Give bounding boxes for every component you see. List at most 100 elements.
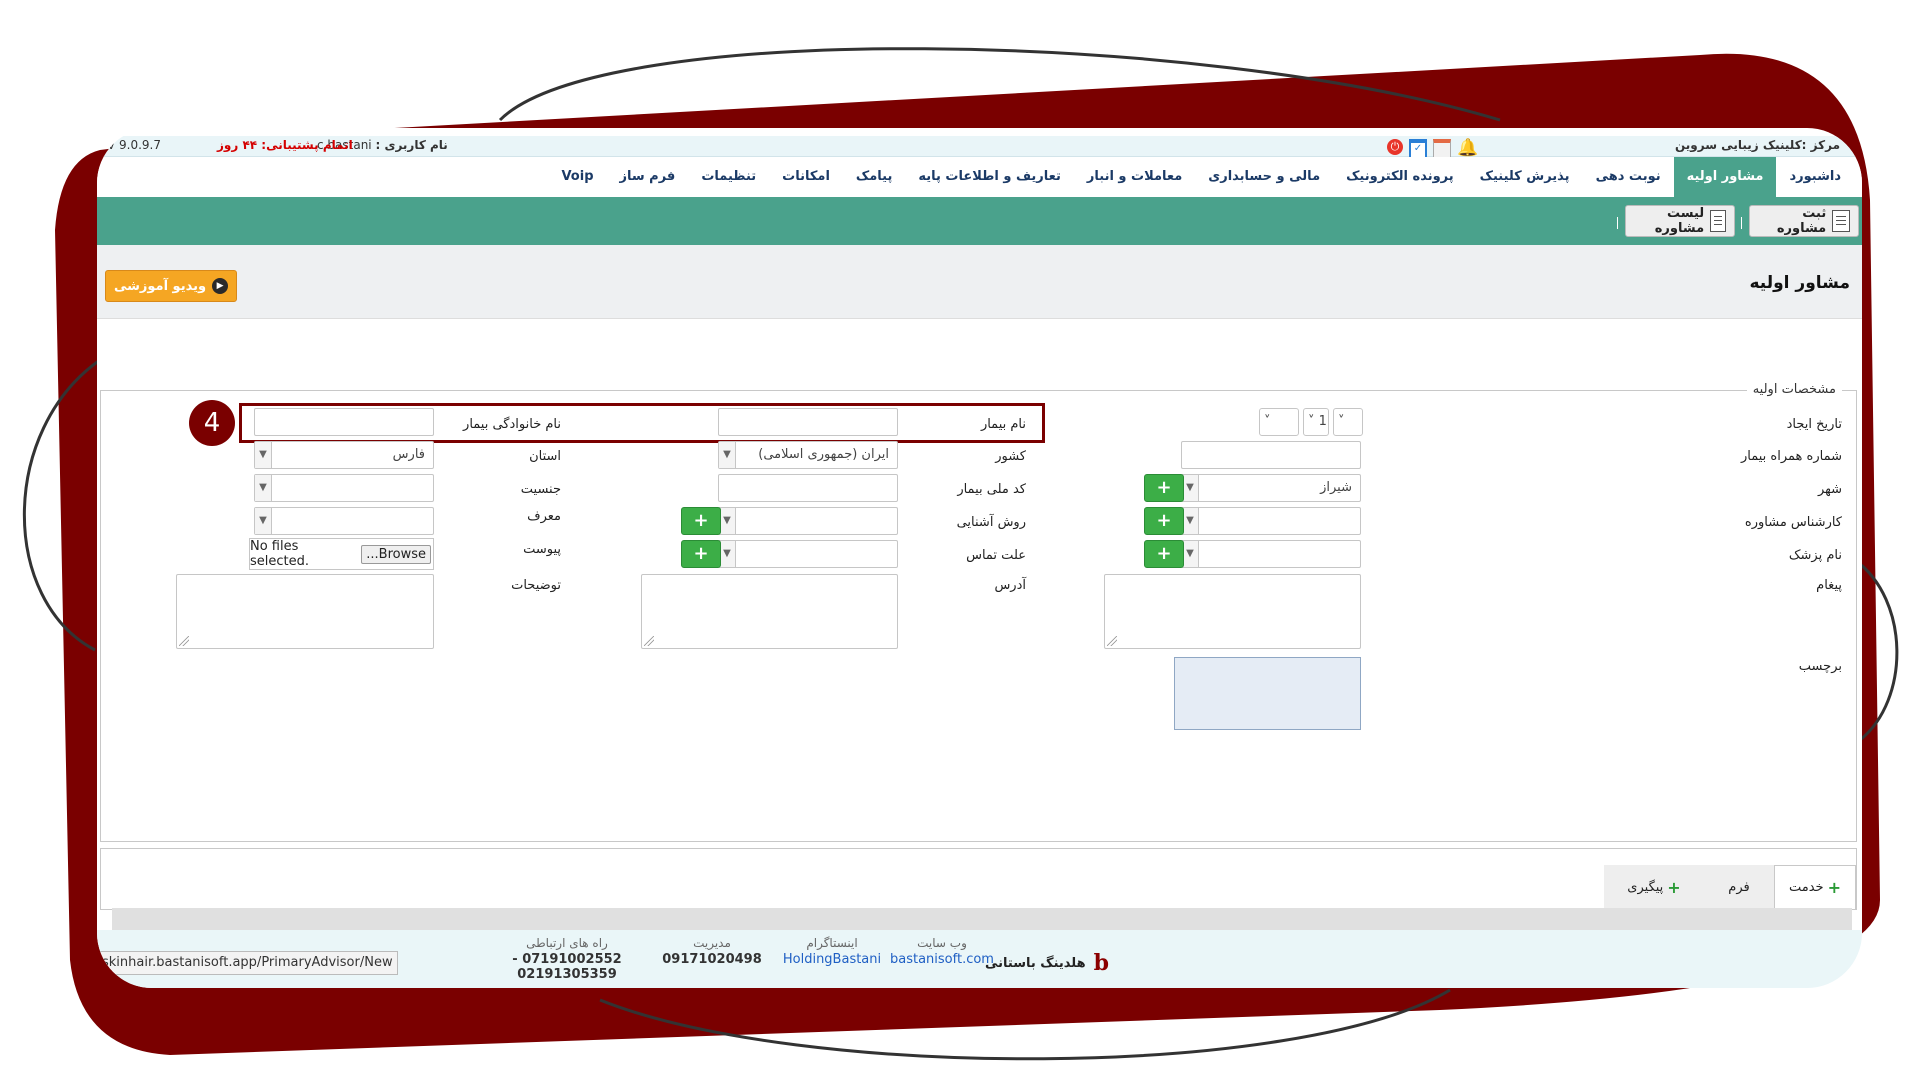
mobile-input[interactable] [1181,441,1361,469]
family-name-input[interactable] [254,408,434,436]
doctor-label: نام پزشک [1788,548,1842,563]
acquaint-select[interactable]: ▼ [718,507,898,535]
consultant-label: کارشناس مشاوره [1744,515,1842,530]
chevron-down-icon: ▼ [719,541,736,567]
play-icon: ▶ [212,278,229,294]
message-label: پیغام [1816,578,1842,593]
address-textarea[interactable] [641,574,898,649]
menu-form-builder[interactable]: فرم ساز [607,157,689,197]
add-consultant-button[interactable]: + [1144,507,1184,535]
city-select[interactable]: ▼ شیراز [1181,474,1361,502]
footer: b هلدینگ باستانی وب سایت bastanisoft.com… [97,930,1862,988]
gender-label: جنسیت [520,482,561,497]
patient-name-input[interactable] [718,408,898,436]
doctor-select[interactable]: ▼ [1181,540,1361,568]
menu-appointments[interactable]: نوبت دهی [1583,157,1674,197]
add-contact-reason-button[interactable]: + [681,540,721,568]
step-number-badge: 4 [189,400,235,446]
city-label: شهر [1817,482,1842,497]
brand-logo-icon: b [1093,950,1110,976]
notes-label: توضیحات [511,578,561,593]
chevron-down-icon: ▼ [1182,508,1199,534]
national-code-label: کد ملی بیمار [957,482,1026,497]
date-year-select[interactable]: ˅ 1404 [1259,408,1299,455]
menu-features[interactable]: امکانات [769,157,843,197]
browse-button[interactable]: ...Browse [361,544,431,564]
bell-icon[interactable]: 🔔 [1457,139,1478,157]
consultation-list-button[interactable]: لیست مشاوره [1625,205,1735,237]
province-select[interactable]: ▼ فارس [254,441,434,469]
chevron-down-icon: ▼ [1182,541,1199,567]
page-title: مشاور اولیه [1749,273,1850,293]
menu-electronic-record[interactable]: پرونده الکترونیک [1333,157,1467,197]
tab-form[interactable]: فرم [1704,865,1774,909]
detail-tabs: + خدمت فرم + پیگیری [100,848,1857,910]
national-code-input[interactable] [718,474,898,502]
status-url: skinhair.bastanisoft.app/PrimaryAdvisor/… [97,951,398,975]
footer-brand: b هلدینگ باستانی [985,950,1110,976]
add-city-button[interactable]: + [1144,474,1184,502]
toolbar-separator [1617,217,1618,229]
menu-dashboard[interactable]: داشبورد [1776,157,1854,197]
menu-reception[interactable]: پذیرش کلینیک [1467,157,1583,197]
page-header: مشاور اولیه ▶ ویدیو آموزشی [97,245,1862,319]
clipboard-icon [1710,210,1726,232]
date-month-select[interactable]: ˅ 1 [1303,408,1329,436]
notes-textarea[interactable] [176,574,434,649]
action-toolbar: ثبت مشاوره لیست مشاوره [97,197,1862,245]
power-icon[interactable]: ⏻ [1387,139,1403,155]
plus-icon: + [1827,878,1841,897]
message-textarea[interactable] [1104,574,1361,649]
menu-primary-advisor[interactable]: مشاور اولیه [1673,157,1777,197]
tab-content-strip [112,908,1852,930]
tab-followup[interactable]: + پیگیری [1604,865,1704,909]
footer-website: وب سایت bastanisoft.com [887,936,997,967]
center-name: مرکز :کلینیک زیبایی سروین [1674,138,1840,152]
menu-voip[interactable]: Voip [548,157,606,197]
register-consultation-button[interactable]: ثبت مشاوره [1749,205,1859,237]
support-remaining: اتمام پشتیبانی: ۴۴ روز [217,138,353,152]
main-menu: داشبورد مشاور اولیه نوبت دهی پذیرش کلینی… [97,157,1862,197]
plus-icon: + [1667,877,1681,897]
version-label: V 9.0.9.7 [107,138,162,152]
date-day-select[interactable]: ˅ 10 [1333,408,1363,455]
instagram-link[interactable]: HoldingBastani [777,952,887,967]
attachment-file-input[interactable]: No files selected. ...Browse [249,538,434,570]
country-select[interactable]: ▼ ایران (جمهوری اسلامی) [718,441,898,469]
country-label: کشور [995,449,1026,464]
fieldset-legend: مشخصات اولیه [1746,382,1842,397]
training-video-button[interactable]: ▶ ویدیو آموزشی [105,270,237,302]
calendar-check-icon[interactable]: ✓ [1409,139,1427,159]
menu-base-info[interactable]: تعاریف و اطلاعات پایه [905,157,1074,197]
attachment-label: پیوست [523,542,561,557]
add-acquaint-button[interactable]: + [681,507,721,535]
menu-inventory[interactable]: معاملات و انبار [1074,157,1195,197]
menu-sms[interactable]: پیامک [843,157,905,197]
province-label: استان [529,449,561,464]
chevron-down-icon: ▼ [1182,475,1199,501]
website-link[interactable]: bastanisoft.com [887,952,997,967]
consultant-select[interactable]: ▼ [1181,507,1361,535]
chevron-down-icon: ▼ [719,442,736,468]
tag-label: برچسب [1798,659,1842,674]
gender-select[interactable]: ▼ [254,474,434,502]
tab-service[interactable]: + خدمت [1774,865,1856,909]
register-icon [1832,210,1850,232]
add-doctor-button[interactable]: + [1144,540,1184,568]
top-info-bar: مرکز :کلینیک زیبایی سروین ⏻ ✓ 🔔 نام کارب… [97,136,1862,160]
chevron-down-icon: ▼ [719,508,736,534]
menu-accounting[interactable]: مالی و حسابداری [1195,157,1333,197]
menu-settings[interactable]: تنظیمات [688,157,769,197]
footer-management: مدیریت 09171020498 [662,936,762,967]
date-label: تاریخ ایجاد [1786,417,1842,432]
contact-reason-label: علت تماس [966,548,1026,563]
patient-name-label: نام بیمار [980,417,1026,432]
contact-reason-select[interactable]: ▼ [718,540,898,568]
footer-instagram: اینستاگرام HoldingBastani [777,936,887,967]
family-name-label: نام خانوادگی بیمار [463,417,561,432]
referrer-label: معرف [527,509,561,524]
app-window: مرکز :کلینیک زیبایی سروین ⏻ ✓ 🔔 نام کارب… [97,128,1862,988]
chevron-down-icon: ▼ [255,475,272,501]
tag-box[interactable] [1174,657,1361,730]
referrer-select[interactable]: ▼ [254,507,434,535]
